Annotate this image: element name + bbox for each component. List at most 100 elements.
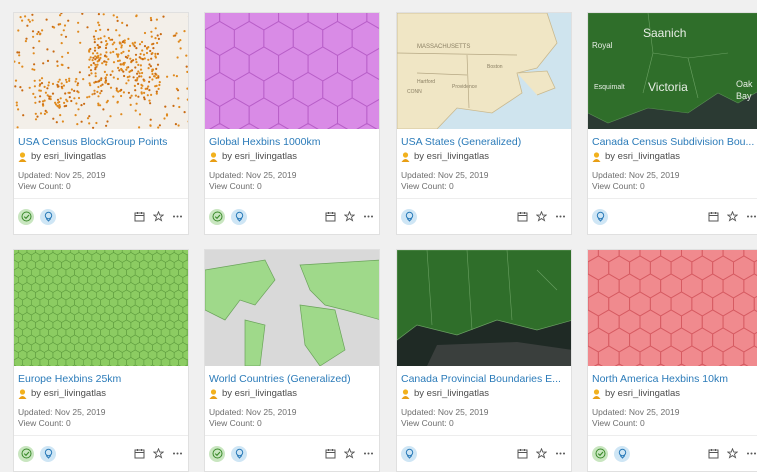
favorite-star-icon[interactable] — [725, 447, 739, 461]
check-circle-icon[interactable] — [209, 208, 225, 225]
item-title[interactable]: Canada Provincial Boundaries E... — [401, 373, 567, 386]
item-footer — [14, 198, 188, 234]
owner-name[interactable]: by esri_livingatlas — [31, 151, 106, 163]
item-updated: Updated: Nov 25, 2019 — [592, 407, 680, 417]
more-options-icon[interactable] — [170, 210, 184, 224]
owner-name[interactable]: by esri_livingatlas — [605, 151, 680, 163]
item-card[interactable]: Global Hexbins 1000km by esri_livingatlas… — [204, 12, 380, 235]
more-options-icon[interactable] — [553, 447, 567, 461]
svg-text:Hartford: Hartford — [417, 79, 435, 85]
add-to-calendar-icon[interactable] — [323, 447, 337, 461]
owner-name[interactable]: by esri_livingatlas — [222, 151, 297, 163]
favorite-star-icon[interactable] — [534, 447, 548, 461]
add-to-calendar-icon[interactable] — [706, 447, 720, 461]
item-card[interactable]: Saanich Royal Esquimalt Victoria Oak Bay Canad… — [587, 12, 757, 235]
owner-name[interactable]: by esri_livingatlas — [414, 151, 489, 163]
item-view-count: View Count: 0 — [592, 418, 645, 428]
owner-name[interactable]: by esri_livingatlas — [414, 388, 489, 400]
favorite-star-icon[interactable] — [151, 210, 165, 224]
item-title[interactable]: Canada Census Subdivision Bou... — [592, 136, 757, 149]
item-thumbnail[interactable] — [14, 250, 188, 366]
item-thumbnail[interactable]: MASSACHUSETTS CONN Hartford Providence Bosto… — [397, 13, 571, 129]
sharing-icon[interactable] — [40, 445, 56, 462]
item-title[interactable]: USA Census BlockGroup Points — [18, 136, 184, 149]
user-icon — [209, 389, 218, 399]
item-owner: by esri_livingatlas — [401, 388, 567, 400]
add-to-calendar-icon[interactable] — [323, 210, 337, 224]
more-options-icon[interactable] — [361, 447, 375, 461]
check-circle-icon[interactable] — [209, 445, 225, 462]
item-card[interactable]: MASSACHUSETTS CONN Hartford Providence Bosto… — [396, 12, 572, 235]
add-to-calendar-icon[interactable] — [132, 210, 146, 224]
item-footer — [14, 435, 188, 471]
svg-text:Providence: Providence — [452, 84, 477, 90]
svg-text:Victoria: Victoria — [648, 80, 688, 94]
more-options-icon[interactable] — [361, 210, 375, 224]
add-to-calendar-icon[interactable] — [132, 447, 146, 461]
user-icon — [18, 152, 27, 162]
more-options-icon[interactable] — [553, 210, 567, 224]
item-owner: by esri_livingatlas — [592, 151, 757, 163]
sharing-icon[interactable] — [401, 208, 417, 225]
sharing-icon[interactable] — [592, 208, 608, 225]
item-owner: by esri_livingatlas — [592, 388, 757, 400]
item-updated: Updated: Nov 25, 2019 — [18, 407, 106, 417]
item-thumbnail[interactable] — [205, 13, 379, 129]
svg-text:Boston: Boston — [487, 64, 503, 70]
item-view-count: View Count: 0 — [209, 181, 262, 191]
item-title[interactable]: Europe Hexbins 25km — [18, 373, 184, 386]
item-thumbnail[interactable] — [397, 250, 571, 366]
favorite-star-icon[interactable] — [151, 447, 165, 461]
add-to-calendar-icon[interactable] — [515, 210, 529, 224]
item-thumbnail[interactable] — [205, 250, 379, 366]
item-card[interactable]: USA Census BlockGroup Points by esri_livi… — [13, 12, 189, 235]
item-view-count: View Count: 0 — [209, 418, 262, 428]
svg-text:Bay: Bay — [736, 91, 752, 101]
item-title[interactable]: USA States (Generalized) — [401, 136, 567, 149]
owner-name[interactable]: by esri_livingatlas — [605, 388, 680, 400]
svg-text:MASSACHUSETTS: MASSACHUSETTS — [417, 44, 470, 50]
check-circle-icon[interactable] — [592, 445, 608, 462]
item-card[interactable]: Canada Provincial Boundaries E... by esri… — [396, 249, 572, 472]
favorite-star-icon[interactable] — [342, 447, 356, 461]
svg-text:Oak: Oak — [736, 79, 753, 89]
item-title[interactable]: North America Hexbins 10km — [592, 373, 757, 386]
item-updated: Updated: Nov 25, 2019 — [401, 170, 489, 180]
user-icon — [401, 389, 410, 399]
item-thumbnail[interactable]: Saanich Royal Esquimalt Victoria Oak Bay — [588, 13, 757, 129]
favorite-star-icon[interactable] — [342, 210, 356, 224]
item-title[interactable]: Global Hexbins 1000km — [209, 136, 375, 149]
item-thumbnail[interactable] — [588, 250, 757, 366]
add-to-calendar-icon[interactable] — [706, 210, 720, 224]
item-owner: by esri_livingatlas — [18, 388, 184, 400]
sharing-icon[interactable] — [231, 445, 247, 462]
add-to-calendar-icon[interactable] — [515, 447, 529, 461]
item-view-count: View Count: 0 — [18, 181, 71, 191]
sharing-icon[interactable] — [614, 445, 630, 462]
sharing-icon[interactable] — [40, 208, 56, 225]
more-options-icon[interactable] — [170, 447, 184, 461]
owner-name[interactable]: by esri_livingatlas — [31, 388, 106, 400]
item-title[interactable]: World Countries (Generalized) — [209, 373, 375, 386]
svg-text:Esquimalt: Esquimalt — [594, 84, 625, 91]
item-footer — [588, 435, 757, 471]
item-card[interactable]: North America Hexbins 10km by esri_living… — [587, 249, 757, 472]
favorite-star-icon[interactable] — [725, 210, 739, 224]
sharing-icon[interactable] — [231, 208, 247, 225]
more-options-icon[interactable] — [744, 447, 757, 461]
item-owner: by esri_livingatlas — [209, 151, 375, 163]
item-card[interactable]: World Countries (Generalized) by esri_liv… — [204, 249, 380, 472]
item-footer — [205, 435, 379, 471]
check-circle-icon[interactable] — [18, 208, 34, 225]
item-view-count: View Count: 0 — [18, 418, 71, 428]
item-thumbnail[interactable] — [14, 13, 188, 129]
owner-name[interactable]: by esri_livingatlas — [222, 388, 297, 400]
favorite-star-icon[interactable] — [534, 210, 548, 224]
more-options-icon[interactable] — [744, 210, 757, 224]
svg-text:Royal: Royal — [592, 41, 613, 50]
item-card[interactable]: Europe Hexbins 25km by esri_livingatlas Up… — [13, 249, 189, 472]
check-circle-icon[interactable] — [18, 445, 34, 462]
item-owner: by esri_livingatlas — [209, 388, 375, 400]
svg-text:Saanich: Saanich — [643, 26, 686, 40]
sharing-icon[interactable] — [401, 445, 417, 462]
